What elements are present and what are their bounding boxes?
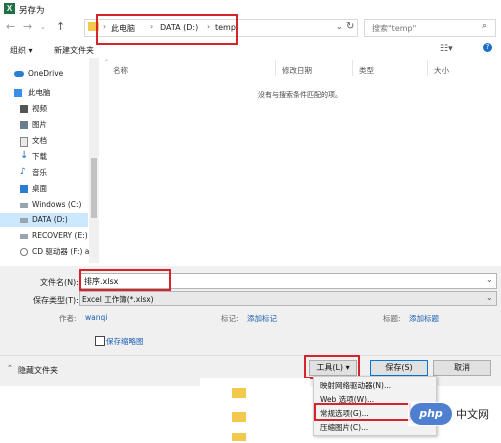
nav-label: RECOVERY (E:) [32,231,88,240]
divider [0,355,501,356]
nav-label: OneDrive [28,69,64,78]
nav-item-pictures[interactable]: 图片 [0,118,88,132]
hide-folders-button[interactable]: 隐藏文件夹 [18,365,58,376]
title-bar [0,0,501,18]
column-size[interactable]: 大小 [434,65,449,76]
chevron-down-icon[interactable]: ⌄ [486,275,493,284]
search-icon[interactable]: ⌕ [482,21,487,31]
forward-arrow-icon[interactable]: → [23,21,32,33]
folder-icon [232,388,246,398]
filename-label: 文件名(N): [40,278,79,287]
help-icon[interactable]: ? [483,43,492,52]
drive-icon [20,203,28,208]
nav-item-documents[interactable]: 文档 [0,134,88,148]
nav-item-desktop[interactable]: 桌面 [0,182,88,196]
author-label: 作者: [59,314,77,323]
drive-icon [20,234,28,239]
cancel-button[interactable]: 取消 [433,360,491,376]
dropdown-chevron-icon[interactable]: ⌄ [336,22,343,31]
computer-icon [14,89,22,97]
cd-icon [20,248,28,256]
nav-label: 视频 [32,104,47,113]
drive-icon [20,218,28,223]
back-arrow-icon[interactable]: ← [6,21,15,33]
column-modified[interactable]: 修改日期 [282,65,312,76]
refresh-icon[interactable]: ↻ [346,21,354,32]
sort-up-icon: ⌃ [104,59,110,66]
nav-label: 此电脑 [28,88,51,97]
menu-item-compress-pictures[interactable]: 压缩图片(C)... [320,422,368,433]
chevron-up-icon[interactable]: ⌃ [7,364,13,372]
php-logo: php [410,403,452,425]
nav-label: CD 驱动器 (F:) a [32,247,90,256]
video-icon [20,105,28,113]
nav-item-windows-c[interactable]: Windows (C:) [0,198,88,212]
file-list-background [200,378,310,443]
up-arrow-icon[interactable]: ↑ [56,21,65,33]
column-divider [427,60,428,76]
nav-item-onedrive[interactable]: OneDrive [0,67,88,81]
type-label: 保存类型(T): [33,296,79,305]
filename-highlight [79,269,171,291]
folder-icon [232,433,246,441]
empty-message: 没有与搜索条件匹配的项。 [258,91,342,99]
type-value: Excel 工作簿(*.xlsx) [82,295,154,304]
nav-item-cd-f[interactable]: CD 驱动器 (F:) a [0,245,90,259]
view-options-icon[interactable]: ☷▾ [440,44,453,54]
column-name[interactable]: 名称 [113,65,128,76]
nav-item-data-d[interactable]: DATA (D:) [0,213,88,227]
nav-label: 音乐 [32,168,47,177]
nav-label: 下载 [32,152,47,161]
tags-value[interactable]: 添加标记 [247,313,277,324]
nav-item-this-pc[interactable]: 此电脑 [0,86,88,100]
recent-chevron-icon[interactable]: ⌄ [40,21,46,33]
title-value[interactable]: 添加标题 [409,313,439,324]
author-value[interactable]: wanqi [85,313,107,322]
search-placeholder: 搜索"temp" [372,24,417,33]
nav-item-downloads[interactable]: ↓ 下载 [0,150,88,164]
thumbnail-checkbox[interactable] [95,336,105,346]
cloud-icon [14,71,24,77]
general-options-highlight [314,403,411,421]
nav-label: DATA (D:) [32,215,68,224]
excel-icon: X [4,3,15,14]
thumbnail-label[interactable]: 保存缩略图 [106,336,144,347]
nav-label: 文档 [32,136,47,145]
organize-button[interactable]: 组织 ▾ [10,45,33,56]
nav-label: Windows (C:) [32,200,82,209]
download-icon: ↓ [20,150,29,161]
documents-icon [20,137,28,147]
column-divider [352,60,353,76]
nav-scrollbar-thumb[interactable] [91,158,97,218]
new-folder-button[interactable]: 新建文件夹 [54,45,94,56]
folder-icon [232,412,246,422]
window-title: 另存为 [19,6,45,16]
navigation-pane: OneDrive 此电脑 视频 图片 文档 ↓ 下载 ♪ 音乐 桌面 Windo… [0,58,100,263]
nav-label: 图片 [32,120,47,129]
nav-item-videos[interactable]: 视频 [0,102,88,116]
chevron-down-icon[interactable]: ⌄ [486,293,493,302]
save-button[interactable]: 保存(S) [370,360,428,376]
nav-item-music[interactable]: ♪ 音乐 [0,166,88,180]
address-highlight [96,14,238,45]
title-label: 标题: [383,314,401,323]
menu-item-map-drive[interactable]: 映射网络驱动器(N)... [320,380,391,391]
nav-label: 桌面 [32,184,47,193]
music-icon: ♪ [20,167,26,177]
pictures-icon [20,121,28,129]
nav-item-recovery-e[interactable]: RECOVERY (E:) [0,229,88,243]
column-divider [275,60,276,76]
tags-label: 标记: [221,314,239,323]
watermark-text: 中文网 [456,408,489,421]
desktop-icon [20,185,28,193]
column-type[interactable]: 类型 [359,65,374,76]
